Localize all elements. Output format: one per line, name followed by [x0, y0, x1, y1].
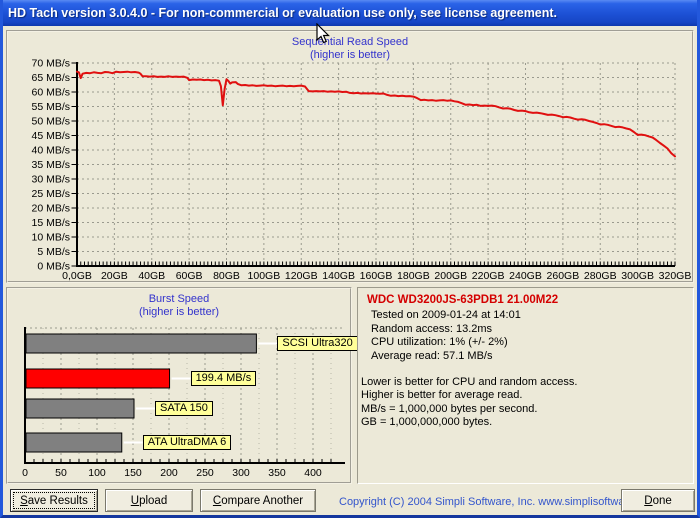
svg-text:300: 300 [232, 467, 250, 479]
svg-text:250: 250 [196, 467, 214, 479]
average-read: Average read: 57.1 MB/s [371, 349, 493, 362]
burst-speed-panel: 0 50 100 150 200 250 300 350 400 Burst Speed (hi… [6, 287, 358, 484]
svg-text:100: 100 [88, 467, 106, 479]
svg-text:15 MB/s: 15 MB/s [31, 217, 70, 229]
svg-text:35 MB/s: 35 MB/s [31, 159, 70, 171]
done-mnemonic: D [644, 495, 653, 507]
svg-text:200GB: 200GB [434, 270, 467, 281]
svg-text:80GB: 80GB [213, 270, 240, 281]
burst-chart-title: Burst Speed [148, 293, 210, 305]
hdtach-window: HD Tach version 3.0.4.0 - For non-commer… [0, 0, 700, 518]
save-mnemonic: S [20, 495, 28, 507]
svg-text:200: 200 [160, 467, 178, 479]
svg-text:160GB: 160GB [360, 270, 393, 281]
svg-text:50 MB/s: 50 MB/s [31, 116, 70, 128]
svg-text:300GB: 300GB [621, 270, 654, 281]
drive-info-panel: WDC WD3200JS-63PDB1 21.00M22 Tested on 2… [357, 287, 694, 484]
svg-text:60 MB/s: 60 MB/s [31, 87, 70, 99]
svg-text:55 MB/s: 55 MB/s [31, 101, 70, 113]
svg-text:260GB: 260GB [547, 270, 580, 281]
burst-bar-label: SCSI Ultra320 [277, 336, 358, 351]
svg-text:65 MB/s: 65 MB/s [31, 72, 70, 84]
svg-text:30 MB/s: 30 MB/s [31, 174, 70, 186]
upload-mnemonic: U [130, 495, 140, 507]
random-access: Random access: 13.2ms [371, 322, 493, 335]
window-title: HD Tach version 3.0.4.0 - For non-commer… [8, 6, 558, 20]
svg-text:10 MB/s: 10 MB/s [31, 232, 70, 244]
cpu-utilization: CPU utilization: 1% (+/- 2%) [371, 336, 508, 349]
titlebar[interactable]: HD Tach version 3.0.4.0 - For non-commer… [3, 0, 697, 26]
svg-text:400: 400 [304, 467, 322, 479]
svg-text:45 MB/s: 45 MB/s [31, 130, 70, 142]
drive-name: WDC WD3200JS-63PDB1 21.00M22 [367, 294, 559, 306]
seq-chart-subtitle: (higher is better) [309, 49, 391, 61]
svg-text:320GB: 320GB [659, 270, 692, 281]
svg-text:20 MB/s: 20 MB/s [31, 203, 70, 215]
done-button[interactable]: Done [621, 489, 695, 512]
tested-on: Tested on 2009-01-24 at 14:01 [371, 309, 521, 322]
svg-text:280GB: 280GB [584, 270, 617, 281]
compare-mnemonic: C [212, 495, 222, 507]
svg-text:240GB: 240GB [509, 270, 542, 281]
burst-bar-label: SATA 150 [155, 401, 213, 416]
save-results-button[interactable]: Save Results [10, 489, 98, 512]
compare-another-drive-button[interactable]: Compare Another Drive [200, 489, 316, 512]
note-higher: Higher is better for average read. [361, 389, 523, 402]
save-label: ave Results [27, 495, 88, 507]
svg-text:5 MB/s: 5 MB/s [37, 246, 70, 258]
svg-text:50: 50 [55, 467, 67, 479]
compare-label: ompare Another Drive [221, 495, 304, 507]
svg-text:25 MB/s: 25 MB/s [31, 188, 70, 200]
svg-text:0,0GB: 0,0GB [62, 270, 92, 281]
window-content: 70 MB/s 65 MB/s 60 MB/s 55 MB/s 50 MB/s 45 MB… [3, 26, 697, 515]
svg-text:140GB: 140GB [322, 270, 355, 281]
burst-bar-label: ATA UltraDMA 6 [142, 435, 232, 450]
burst-chart-subtitle: (higher is better) [138, 306, 220, 318]
seq-chart-title: Sequential Read Speed [291, 36, 409, 48]
svg-text:20GB: 20GB [101, 270, 128, 281]
note-mbs: MB/s = 1,000,000 bytes per second. [361, 402, 538, 415]
svg-text:150: 150 [124, 467, 142, 479]
note-gb: GB = 1,000,000,000 bytes. [361, 416, 493, 429]
upload-results-button[interactable]: Upload Results [105, 489, 193, 512]
svg-text:350: 350 [268, 467, 286, 479]
svg-text:120GB: 120GB [285, 270, 318, 281]
svg-text:40 MB/s: 40 MB/s [31, 145, 70, 157]
svg-text:60GB: 60GB [176, 270, 203, 281]
sequential-read-chart: 70 MB/s65 MB/s60 MB/s55 MB/s50 MB/s45 MB… [31, 58, 692, 282]
done-label: one [652, 495, 672, 507]
copyright-text: Copyright (C) 2004 Simpli Software, Inc.… [339, 496, 659, 508]
sequential-read-panel: 70 MB/s 65 MB/s 60 MB/s 55 MB/s 50 MB/s 45 MB… [6, 30, 694, 283]
svg-text:40GB: 40GB [138, 270, 165, 281]
svg-text:0: 0 [22, 467, 28, 479]
svg-text:100GB: 100GB [248, 270, 281, 281]
burst-bar-label: 199.4 MB/s [190, 371, 257, 386]
svg-text:220GB: 220GB [472, 270, 505, 281]
note-lower: Lower is better for CPU and random acces… [361, 376, 578, 389]
svg-text:180GB: 180GB [397, 270, 430, 281]
